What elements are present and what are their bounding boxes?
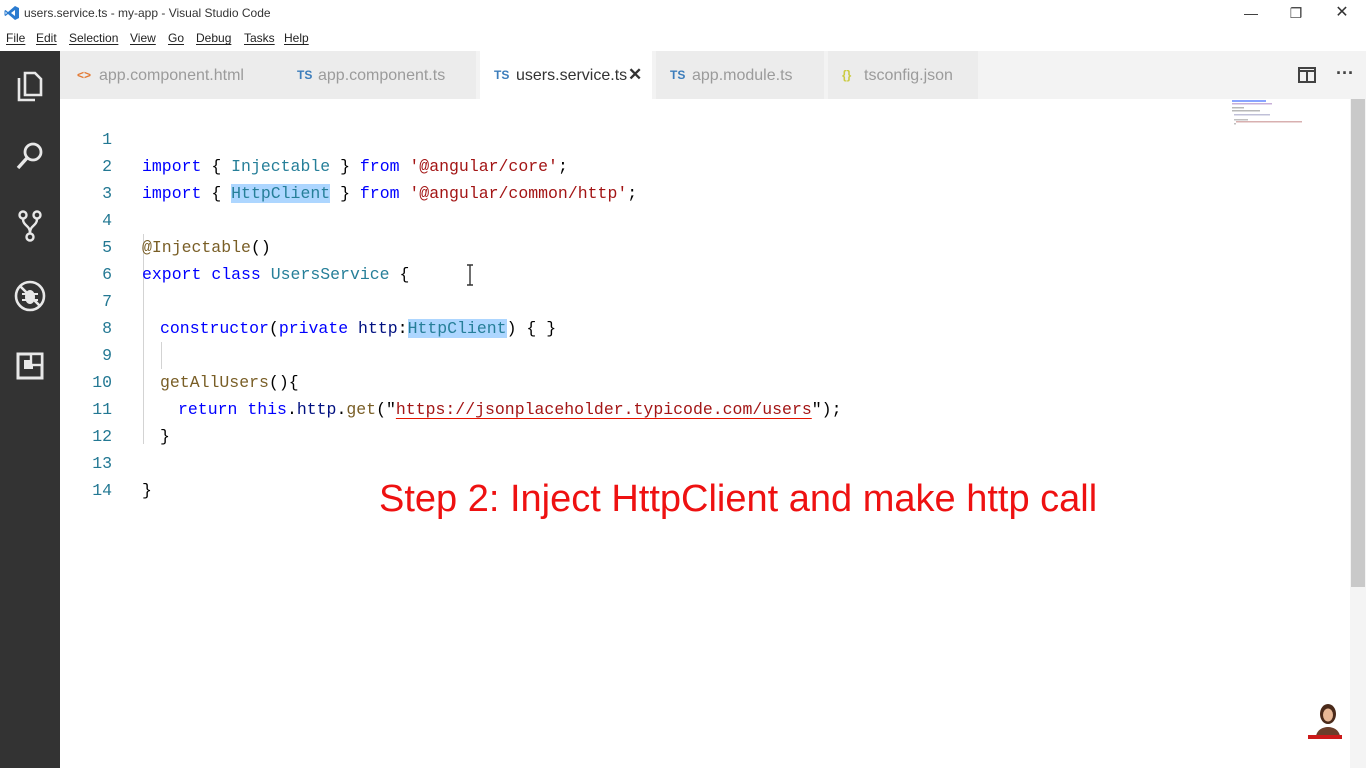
code-line: 2 import { HttpClient } from '@angular/c…: [60, 126, 1220, 203]
tab-users-service-ts[interactable]: TS users.service.ts ✕: [480, 51, 652, 99]
line-number: 14: [92, 481, 112, 500]
explorer-icon[interactable]: [13, 69, 47, 103]
text-cursor-icon: [467, 264, 473, 286]
split-editor-icon[interactable]: [1298, 67, 1316, 83]
source-control-icon[interactable]: [13, 209, 47, 243]
minimize-button[interactable]: —: [1228, 2, 1274, 24]
menu-bar: File Edit Selection View Go Debug Tasks …: [0, 27, 1366, 51]
tab-app-component-ts[interactable]: TS app.component.ts: [288, 51, 476, 99]
code-line: 5 export class UsersService {: [60, 207, 1220, 284]
scrollbar-thumb[interactable]: [1351, 99, 1365, 587]
code-line: 6: [60, 234, 1220, 284]
debug-icon[interactable]: [13, 279, 47, 313]
editor-tab-bar: <> app.component.html TS app.component.t…: [60, 51, 1366, 99]
extensions-icon[interactable]: [13, 349, 47, 383]
menu-selection[interactable]: Selection: [69, 31, 118, 45]
close-tab-icon[interactable]: ✕: [628, 65, 642, 85]
typescript-file-icon: TS: [670, 68, 686, 82]
tab-label: users.service.ts: [516, 67, 628, 84]
more-actions-icon[interactable]: ···: [1336, 63, 1354, 84]
html-file-icon: <>: [77, 68, 92, 82]
menu-view[interactable]: View: [130, 31, 156, 45]
menu-help[interactable]: Help: [284, 31, 309, 45]
json-file-icon: {}: [842, 68, 852, 82]
tab-label: app.component.html: [99, 67, 244, 84]
code-line: 1 import { Injectable } from '@angular/c…: [60, 99, 1220, 176]
typescript-file-icon: TS: [494, 68, 510, 82]
code-line: 7 constructor(private http:HttpClient) {…: [60, 261, 1220, 338]
vscode-logo-icon: [4, 6, 19, 20]
code-line: 4 @Injectable(): [60, 180, 1220, 257]
activity-bar: [0, 51, 60, 768]
menu-debug[interactable]: Debug: [196, 31, 231, 45]
menu-edit[interactable]: Edit: [36, 31, 57, 45]
vertical-scrollbar[interactable]: [1350, 99, 1366, 768]
tab-tsconfig-json[interactable]: {} tsconfig.json: [828, 51, 978, 99]
restore-button[interactable]: ❐: [1273, 2, 1319, 24]
tab-app-component-html[interactable]: <> app.component.html: [60, 51, 288, 99]
tab-label: app.module.ts: [692, 67, 793, 84]
code-line: 9 getAllUsers(){: [60, 315, 1220, 392]
tab-app-module-ts[interactable]: TS app.module.ts: [656, 51, 824, 99]
minimap[interactable]: [1230, 99, 1310, 139]
search-icon[interactable]: [13, 139, 47, 173]
channel-avatar-icon: [1308, 704, 1342, 739]
tab-label: tsconfig.json: [864, 67, 953, 84]
title-bar: users.service.ts - my-app - Visual Studi…: [0, 0, 1366, 27]
typescript-file-icon: TS: [297, 68, 313, 82]
close-window-button[interactable]: ✕: [1319, 2, 1365, 24]
tab-label: app.component.ts: [318, 67, 446, 84]
code-line: 8: [60, 288, 1220, 338]
menu-tasks[interactable]: Tasks: [244, 31, 275, 45]
menu-go[interactable]: Go: [168, 31, 184, 45]
menu-file[interactable]: File: [6, 31, 25, 45]
code-line: 11 }: [60, 369, 1220, 446]
window-title: users.service.ts - my-app - Visual Studi…: [24, 6, 271, 20]
tutorial-caption: Step 2: Inject HttpClient and make http …: [379, 478, 1098, 520]
code-editor[interactable]: 1 import { Injectable } from '@angular/c…: [60, 99, 1350, 768]
code-line: 3: [60, 153, 1220, 203]
code-line: 10 return this.http.get("https://jsonpla…: [60, 342, 1220, 419]
code-line: 12: [60, 396, 1220, 446]
code-line: 14: [60, 450, 1220, 500]
code-line: 13 }: [60, 423, 1220, 500]
